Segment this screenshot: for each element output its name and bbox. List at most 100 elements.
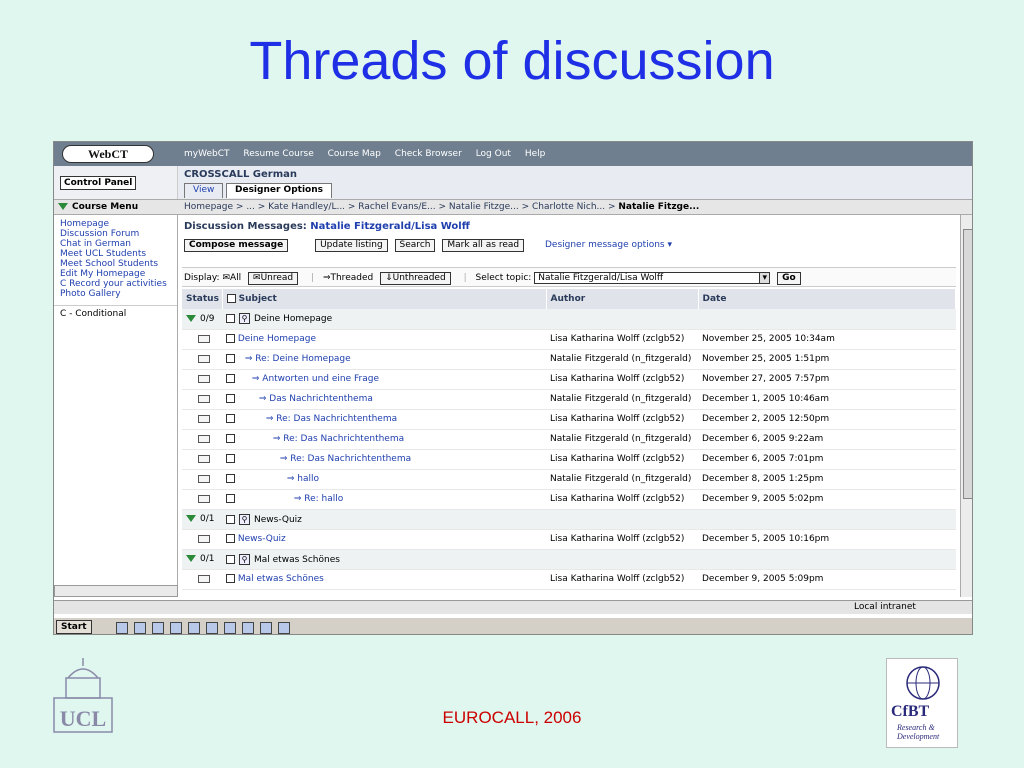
subject-text[interactable]: News-Quiz — [238, 534, 286, 544]
subject-text[interactable]: Re: Das Nachrichtenthema — [276, 414, 397, 424]
row-checkbox[interactable] — [226, 574, 235, 583]
table-row[interactable]: Mal etwas Schönes Lisa Katharina Wolff (z… — [182, 569, 956, 590]
quicklaunch-icon[interactable] — [242, 622, 254, 634]
magnifier-icon[interactable]: ⚲ — [239, 553, 250, 565]
unthreaded-button[interactable]: ⇓Unthreaded — [380, 272, 451, 285]
subject-cell[interactable]: News-Quiz — [222, 529, 546, 550]
quicklaunch-icon[interactable] — [224, 622, 236, 634]
row-checkbox[interactable] — [226, 434, 235, 443]
table-row[interactable]: ⇒ Re: Das Nachrichtenthema Lisa Katharina… — [182, 449, 956, 470]
subject-text[interactable]: Re: Deine Homepage — [255, 354, 350, 364]
subject-text[interactable]: Mal etwas Schönes — [254, 555, 340, 565]
quicklaunch-icon[interactable] — [206, 622, 218, 634]
row-checkbox[interactable] — [226, 514, 235, 524]
topic-row[interactable]: 0/9 ⚲ Deine Homepage — [182, 309, 956, 330]
row-checkbox[interactable] — [226, 414, 235, 423]
nav-log-out[interactable]: Log Out — [476, 149, 511, 159]
subject-cell[interactable]: ⇒ hallo — [222, 469, 546, 490]
update-listing-button[interactable]: Update listing — [315, 239, 388, 252]
table-row[interactable]: ⇒ Re: hallo Lisa Katharina Wolff (zclgb52… — [182, 489, 956, 510]
subject-cell[interactable]: ⇒ Re: Das Nachrichtenthema — [222, 409, 546, 430]
topic-row[interactable]: 0/1 ⚲ News-Quiz — [182, 509, 956, 530]
subject-text[interactable]: Re: Das Nachrichtenthema — [290, 454, 411, 464]
row-checkbox[interactable] — [226, 374, 235, 383]
subject-text[interactable]: Mal etwas Schönes — [238, 574, 324, 584]
column-status[interactable]: Status — [182, 289, 223, 309]
nav-course-map[interactable]: Course Map — [328, 149, 381, 159]
magnifier-icon[interactable]: ⚲ — [239, 513, 250, 525]
quicklaunch-icon[interactable] — [260, 622, 272, 634]
display-all-option[interactable]: ✉All — [222, 273, 241, 283]
expand-triangle-icon[interactable] — [186, 515, 196, 522]
nav-resume-course[interactable]: Resume Course — [243, 149, 313, 159]
subject-cell[interactable]: ⚲ News-Quiz — [222, 509, 546, 530]
quicklaunch-icon[interactable] — [188, 622, 200, 634]
subject-cell[interactable]: ⚲ Deine Homepage — [222, 309, 546, 330]
subject-cell[interactable]: ⇒ Re: Deine Homepage — [222, 349, 546, 370]
subject-cell[interactable]: Deine Homepage — [222, 329, 546, 350]
row-checkbox[interactable] — [226, 554, 235, 564]
row-checkbox[interactable] — [226, 394, 235, 403]
control-panel-button[interactable]: Control Panel — [60, 176, 137, 190]
subject-text[interactable]: Das Nachrichtenthema — [269, 394, 373, 404]
course-menu-header[interactable]: Course Menu — [54, 199, 178, 215]
subject-cell[interactable]: ⇒ Das Nachrichtenthema — [222, 389, 546, 410]
subject-text[interactable]: Re: hallo — [304, 494, 343, 504]
tab-designer-options[interactable]: Designer Options — [226, 183, 332, 198]
quicklaunch-icon[interactable] — [116, 622, 128, 634]
subject-text[interactable]: Antworten und eine Frage — [262, 374, 379, 384]
menu-item-meet-ucl[interactable]: Meet UCL Students — [54, 249, 177, 259]
quicklaunch-icon[interactable] — [278, 622, 290, 634]
vertical-scrollbar[interactable] — [960, 215, 972, 597]
webct-logo[interactable]: WebCT — [62, 145, 154, 163]
table-row[interactable]: ⇒ Re: Das Nachrichtenthema Lisa Katharina… — [182, 409, 956, 430]
nav-help[interactable]: Help — [525, 149, 546, 159]
threaded-option[interactable]: ⇒Threaded — [323, 273, 373, 283]
menu-item-homepage[interactable]: Homepage — [54, 219, 177, 229]
subject-text[interactable]: Deine Homepage — [254, 314, 332, 324]
row-checkbox[interactable] — [226, 534, 235, 543]
row-checkbox[interactable] — [226, 454, 235, 463]
column-date[interactable]: Date — [698, 289, 956, 309]
menu-horizontal-scrollbar[interactable] — [54, 585, 178, 597]
select-all-checkbox[interactable] — [226, 294, 236, 303]
table-row[interactable]: ⇒ Antworten und eine Frage Lisa Katharina… — [182, 369, 956, 390]
subject-cell[interactable]: ⇒ Re: Das Nachrichtenthema — [222, 429, 546, 450]
table-row[interactable]: Deine Homepage Lisa Katharina Wolff (zclg… — [182, 329, 956, 350]
display-unread-button[interactable]: ✉Unread — [248, 272, 299, 285]
menu-item-discussion-forum[interactable]: Discussion Forum — [54, 229, 177, 239]
start-button[interactable]: Start — [56, 620, 92, 634]
table-row[interactable]: ⇒ Re: Das Nachrichtenthema Natalie Fitzge… — [182, 429, 956, 450]
table-row[interactable]: News-Quiz Lisa Katharina Wolff (zclgb52) D… — [182, 529, 956, 550]
expand-triangle-icon[interactable] — [186, 314, 196, 322]
subject-cell[interactable]: ⇒ Antworten und eine Frage — [222, 369, 546, 390]
menu-item-meet-school[interactable]: Meet School Students — [54, 259, 177, 269]
subject-text[interactable]: Deine Homepage — [238, 334, 316, 344]
column-subject[interactable]: Subject — [222, 289, 547, 309]
designer-message-options-link[interactable]: Designer message options ▾ — [545, 240, 672, 250]
subject-cell[interactable]: ⚲ Mal etwas Schönes — [222, 549, 546, 570]
compose-message-button[interactable]: Compose message — [184, 239, 289, 252]
row-checkbox[interactable] — [226, 314, 235, 324]
tab-view[interactable]: View — [184, 183, 224, 198]
quicklaunch-icon[interactable] — [152, 622, 164, 634]
mark-all-read-button[interactable]: Mark all as read — [442, 239, 525, 252]
quicklaunch-icon[interactable] — [134, 622, 146, 634]
quicklaunch-icon[interactable] — [170, 622, 182, 634]
scrollbar-thumb[interactable] — [963, 229, 972, 499]
subject-text[interactable]: hallo — [297, 474, 319, 484]
menu-item-chat[interactable]: Chat in German — [54, 239, 177, 249]
menu-item-edit-homepage[interactable]: Edit My Homepage — [54, 269, 177, 279]
column-author[interactable]: Author — [546, 289, 699, 309]
subject-text[interactable]: News-Quiz — [254, 515, 302, 525]
row-checkbox[interactable] — [226, 334, 235, 343]
table-row[interactable]: ⇒ Das Nachrichtenthema Natalie Fitzgerald… — [182, 389, 956, 410]
select-topic-dropdown[interactable]: Natalie Fitzgerald/Lisa Wolff ▾ — [534, 272, 771, 284]
row-checkbox[interactable] — [226, 354, 235, 363]
topic-row[interactable]: 0/1 ⚲ Mal etwas Schönes — [182, 549, 956, 570]
row-checkbox[interactable] — [226, 474, 235, 483]
expand-triangle-icon[interactable] — [186, 555, 196, 562]
subject-cell[interactable]: Mal etwas Schönes — [222, 569, 546, 590]
subject-text[interactable]: Re: Das Nachrichtenthema — [283, 434, 404, 444]
nav-check-browser[interactable]: Check Browser — [395, 149, 462, 159]
